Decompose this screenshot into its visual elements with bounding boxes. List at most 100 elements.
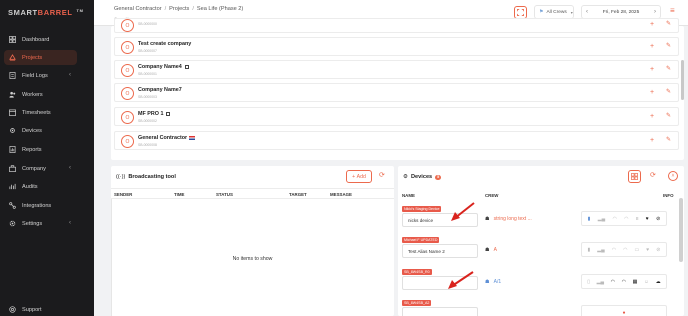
table-header: SENDER TIME STATUS TARGET MESSAGE [111,188,394,199]
sidebar-item-field-logs[interactable]: Field Logs ‹ [4,68,77,83]
sidebar-item-support[interactable]: Support [4,302,77,316]
add-icon[interactable]: + [650,66,654,73]
project-row[interactable]: O Company Name7 SB-0000003 + ✎ [114,83,679,102]
project-name: Test create company [138,41,192,47]
sidebar-item-company[interactable]: Company ‹ [4,161,77,176]
sidebar-item-reports[interactable]: Reports [4,142,77,157]
sidebar-item-audits[interactable]: Audits [4,179,77,194]
project-name-wrap: Company Name4 [138,64,189,70]
prev-day-button[interactable]: ‹ [586,9,588,15]
project-code: SB-0000003 [138,95,157,99]
edit-icon[interactable]: ✎ [666,43,671,50]
breadcrumb-item[interactable]: General Contractor [114,6,162,12]
device-crew[interactable]: ☗ string long text ... [485,216,532,222]
sidebar-item-settings[interactable]: Settings ‹ [4,216,77,231]
broadcast-title: Broadcasting tool [128,174,176,180]
add-button[interactable]: + Add [346,170,372,183]
column-header: SENDER [114,192,133,197]
wifi-icon: ◠ [610,278,616,285]
device-crew[interactable]: ☗ A [485,247,497,253]
grid-view-button[interactable] [628,170,641,183]
app-logo[interactable]: SMARTBARREL TM [8,8,84,17]
integrations-icon [9,202,16,209]
sidebar-item-label: Timesheets [22,109,51,116]
devices-count-badge: 5 [435,174,442,180]
device-name-field[interactable]: Test Alias Name 2 [402,244,478,258]
sidebar-item-label: Integrations [22,202,52,209]
project-row[interactable]: O Test create company SB-0000007 + ✎ [114,37,679,56]
sidebar-item-devices[interactable]: Devices [4,123,77,138]
wifi-icon: ◠ [624,215,629,222]
sidebar-item-workers[interactable]: Workers [4,87,77,102]
sidebar-item-label: Audits [22,183,38,190]
heart-icon: ♥ [645,215,649,222]
crews-select[interactable]: ⚑ All Crews ▾ [534,5,574,19]
mute-icon: ⊘ [656,215,661,222]
project-code: SB-0000007 [138,49,157,53]
edit-icon[interactable]: ✎ [666,137,671,144]
battery-icon: ▯ [587,278,591,285]
device-name-field[interactable]: nicks device [402,213,478,227]
sidebar-item-label: Company [22,165,46,172]
edit-icon[interactable]: ✎ [666,21,671,28]
sidebar-item-dashboard[interactable]: Dashboard [4,32,77,47]
project-row[interactable]: O SB-0000000 + ✎ [114,18,679,33]
scrollbar[interactable] [679,198,683,262]
project-code: SB-0000001 [138,72,157,76]
add-icon[interactable]: + [650,89,654,96]
grid-icon [631,173,638,180]
add-icon[interactable]: + [650,43,654,50]
project-name: Company Name7 [138,87,182,93]
breadcrumb-separator: / [164,6,167,12]
column-header: INFO [663,193,674,198]
column-header: STATUS [216,192,233,197]
menu-icon[interactable]: ≡ [670,7,678,16]
building-icon [184,64,189,69]
heart-icon: ♥ [646,246,650,253]
device-row[interactable]: Nikki's Staging Device nicks device ☗ str… [398,206,678,234]
project-avatar: O [121,135,134,148]
project-avatar: O [121,41,134,54]
collapse-button[interactable]: ˄ [668,171,678,181]
project-row[interactable]: O General Contractor SB-0000008 + ✎ [114,131,679,150]
add-icon[interactable]: + [650,137,654,144]
device-name-field[interactable] [402,276,478,290]
panel-title: ⚙ Devices 5 [403,174,442,180]
chevron-left-icon: ‹ [69,165,71,171]
next-day-button[interactable]: › [654,9,656,15]
device-row[interactable]: Michael F UPDATED Test Alias Name 2 ☗ A ▮… [398,237,678,265]
refresh-icon[interactable]: ⟳ [379,171,385,179]
device-row[interactable]: SB_8W4SB_A2 ● [398,300,678,316]
flag-icon [189,135,196,140]
scrollbar[interactable] [681,60,684,100]
wifi-icon: ◠ [611,246,617,253]
edit-icon[interactable]: ✎ [666,113,671,120]
edit-icon[interactable]: ✎ [666,89,671,96]
device-icon: ⚙ [403,174,409,180]
date-label: Fri, Feb 28, 2025 [602,9,640,15]
device-crew[interactable]: ☗ A/1 [485,279,501,285]
broadcasting-panel: ((·)) Broadcasting tool + Add ⟳ SENDER TI… [111,166,394,316]
devices-icon [9,127,16,134]
sidebar-item-timesheets[interactable]: Timesheets [4,105,77,120]
person-icon: ☺ [643,278,650,285]
empty-state-text: No items to show [232,256,273,262]
breadcrumb-item[interactable]: Projects [169,6,189,12]
column-header: TARGET [289,192,307,197]
sidebar-item-projects[interactable]: Projects [4,50,77,65]
add-icon[interactable]: + [650,113,654,120]
battery-icon: ▮ [587,215,591,222]
date-picker[interactable]: ‹ Fri, Feb 28, 2025 › [581,5,661,19]
alert-icon: ● [622,309,626,316]
device-row[interactable]: SB_8W4SB_R0 ☗ A/1 ▯ ▂▄ ◠ ◠ ▦ ☺ ☁ [398,269,678,297]
mute-icon: ⊘ [656,246,661,253]
wifi-icon: ◠ [623,246,628,253]
sidebar-item-integrations[interactable]: Integrations [4,198,77,213]
refresh-icon[interactable]: ⟳ [650,171,656,179]
project-row[interactable]: O Company Name4 SB-0000001 + ✎ [114,60,679,79]
project-row[interactable]: O MF PRO 1 SB-0000002 + ✎ [114,107,679,126]
audits-icon [9,183,16,190]
device-name-field[interactable] [402,307,478,316]
edit-icon[interactable]: ✎ [666,66,671,73]
add-icon[interactable]: + [650,21,654,28]
